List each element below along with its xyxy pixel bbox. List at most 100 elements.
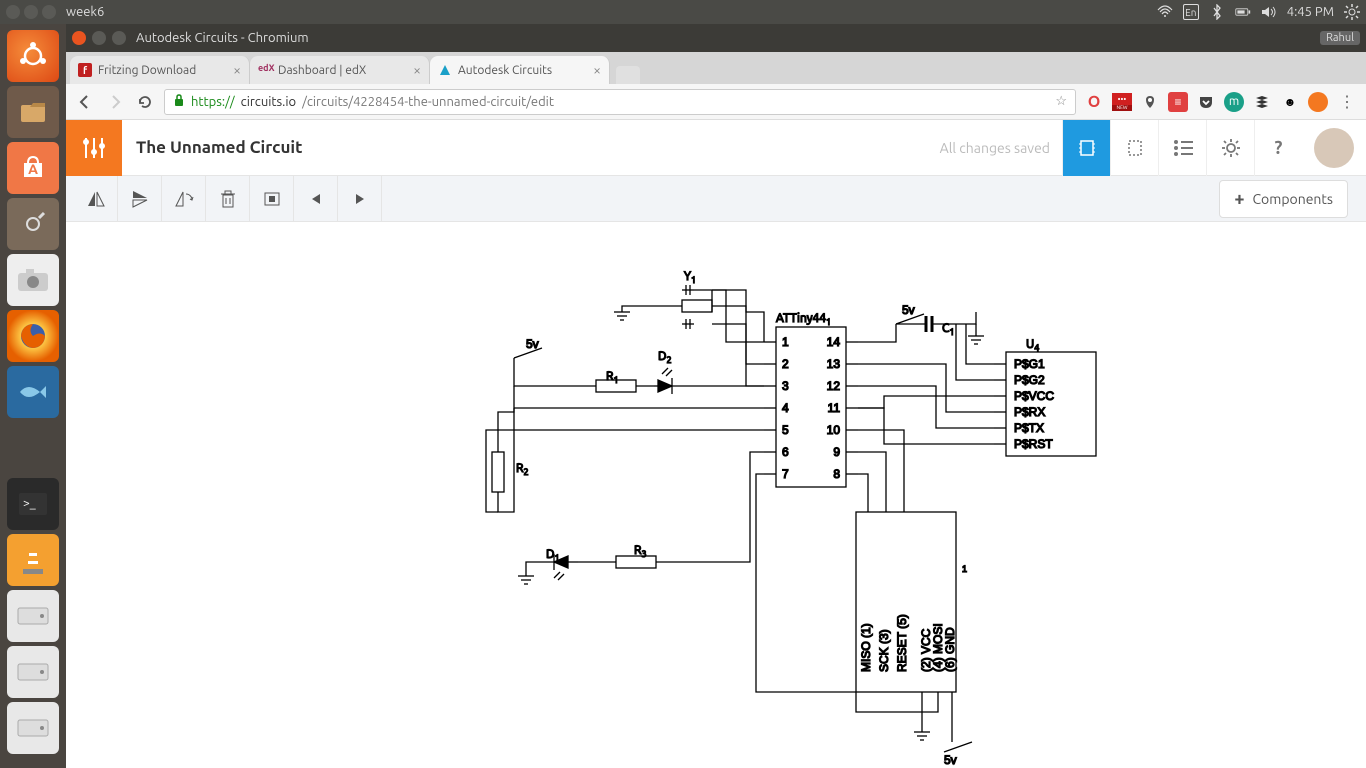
edx-favicon-icon: edX (258, 63, 272, 77)
maximize-icon[interactable] (112, 31, 126, 45)
launcher-files[interactable] (7, 86, 59, 138)
launcher-disk2[interactable] (7, 646, 59, 698)
tab-edx[interactable]: edX Dashboard | edX × (250, 56, 430, 84)
forward-button[interactable] (104, 91, 126, 113)
svg-text:RESET (5): RESET (5) (895, 614, 909, 672)
help-button[interactable]: ? (1254, 120, 1302, 176)
launcher-software[interactable]: A (7, 142, 59, 194)
ext-todoist-icon[interactable]: ≡ (1168, 92, 1188, 112)
svg-text:D2: D2 (658, 350, 672, 365)
lang-indicator[interactable]: En (1183, 4, 1199, 20)
redo-button[interactable] (338, 176, 382, 222)
svg-text:(6) GND: (6) GND (943, 627, 957, 672)
back-button[interactable] (74, 91, 96, 113)
user-avatar[interactable] (1314, 128, 1354, 168)
ext-opera-icon[interactable]: O (1084, 92, 1104, 112)
svg-text:NEW: NEW (1117, 104, 1128, 110)
chromium-titlebar: Autodesk Circuits - Chromium Rahul (66, 24, 1366, 52)
ext-postman-icon[interactable] (1308, 92, 1328, 112)
tab-label: Dashboard | edX (278, 64, 366, 77)
svg-text:•••: ••• (1118, 95, 1127, 104)
ext-pin-icon[interactable] (1140, 92, 1160, 112)
win-min-icon[interactable] (24, 5, 38, 19)
svg-text:MISO (1): MISO (1) (859, 623, 873, 672)
ext-skull-icon[interactable]: ☻ (1280, 92, 1300, 112)
launcher-terminal[interactable]: >_ (7, 478, 59, 530)
clock[interactable]: 4:45 PM (1287, 5, 1334, 19)
minimize-icon[interactable] (92, 31, 106, 45)
svg-text:11: 11 (828, 401, 841, 415)
svg-text:R2: R2 (516, 462, 529, 477)
ext-m-icon[interactable]: m (1224, 92, 1244, 112)
components-button[interactable]: + Components (1219, 180, 1348, 218)
battery-icon[interactable] (1235, 4, 1251, 20)
flip-v-button[interactable] (118, 176, 162, 222)
omnibox-row: https://circuits.io/circuits/4228454-the… (66, 84, 1366, 120)
flip-h-button[interactable] (74, 176, 118, 222)
url-path: /circuits/4228454-the-unnamed-circuit/ed… (302, 95, 554, 109)
rotate-button[interactable] (162, 176, 206, 222)
svg-text:3: 3 (782, 379, 789, 393)
wifi-icon[interactable] (1157, 4, 1173, 20)
bluetooth-icon[interactable] (1209, 4, 1225, 20)
schematic-view-button[interactable] (1062, 120, 1110, 176)
url-input[interactable]: https://circuits.io/circuits/4228454-the… (164, 89, 1076, 115)
svg-text:U4: U4 (1026, 338, 1039, 353)
undo-button[interactable] (294, 176, 338, 222)
settings-button[interactable] (1206, 120, 1254, 176)
pcb-view-button[interactable] (1110, 120, 1158, 176)
svg-text:4: 4 (782, 401, 789, 415)
gear-icon[interactable] (1344, 4, 1360, 20)
profile-badge[interactable]: Rahul (1320, 31, 1360, 45)
ext-buffer-icon[interactable] (1252, 92, 1272, 112)
circuits-logo-icon[interactable] (66, 120, 122, 176)
chrome-menu-icon[interactable]: ⋮ (1336, 91, 1358, 113)
reload-button[interactable] (134, 91, 156, 113)
launcher-vlc[interactable] (7, 534, 59, 586)
bookmark-star-icon[interactable]: ☆ (1055, 94, 1067, 109)
bom-button[interactable] (1158, 120, 1206, 176)
win-max-icon[interactable] (42, 5, 56, 19)
launcher-bluefish[interactable] (7, 366, 59, 418)
launcher-disk3[interactable] (7, 702, 59, 754)
svg-text:SCK (3): SCK (3) (877, 629, 891, 672)
fit-button[interactable] (250, 176, 294, 222)
svg-text:R3: R3 (634, 544, 647, 559)
tab-close-icon[interactable]: × (233, 62, 241, 78)
tab-fritzing[interactable]: f Fritzing Download × (70, 56, 250, 84)
svg-text:12: 12 (827, 379, 841, 393)
win-close-icon[interactable] (6, 5, 20, 19)
tab-label: Fritzing Download (98, 64, 196, 77)
svg-text:P$RX: P$RX (1014, 405, 1045, 419)
launcher-dash[interactable] (7, 30, 59, 82)
autodesk-favicon-icon (438, 63, 452, 77)
launcher-firefox[interactable] (7, 310, 59, 362)
new-tab-button[interactable] (616, 66, 640, 84)
svg-text:9: 9 (833, 445, 840, 459)
tab-close-icon[interactable]: × (413, 62, 421, 78)
ic-label: ATTiny441 (776, 312, 831, 327)
svg-text:P$VCC: P$VCC (1014, 389, 1054, 403)
svg-text:5v: 5v (944, 753, 957, 767)
launcher-settings[interactable] (7, 198, 59, 250)
svg-text:5: 5 (782, 423, 789, 437)
svg-text:R1: R1 (606, 370, 619, 385)
circuit-title[interactable]: The Unnamed Circuit (136, 138, 302, 157)
ext-pocket-icon[interactable] (1196, 92, 1216, 112)
fritzing-favicon-icon: f (78, 63, 92, 77)
ubuntu-launcher: A >_ (0, 24, 66, 768)
components-label: Components (1252, 191, 1333, 207)
ext-lastpass-icon[interactable]: NEW••• (1112, 92, 1132, 112)
svg-text:>_: >_ (23, 497, 36, 510)
schematic-canvas[interactable]: ATTiny441 1 2 3 4 5 6 7 14 13 12 11 (66, 222, 1366, 768)
launcher-camera[interactable] (7, 254, 59, 306)
ubuntu-menubar: week6 En 4:45 PM (0, 0, 1366, 24)
launcher-disk1[interactable] (7, 590, 59, 642)
tab-autodesk[interactable]: Autodesk Circuits × (430, 56, 610, 84)
delete-button[interactable] (206, 176, 250, 222)
url-host: circuits.io (241, 95, 296, 109)
tab-close-icon[interactable]: × (593, 62, 601, 78)
svg-text:1: 1 (782, 335, 789, 349)
close-icon[interactable] (72, 31, 86, 45)
volume-icon[interactable] (1261, 4, 1277, 20)
